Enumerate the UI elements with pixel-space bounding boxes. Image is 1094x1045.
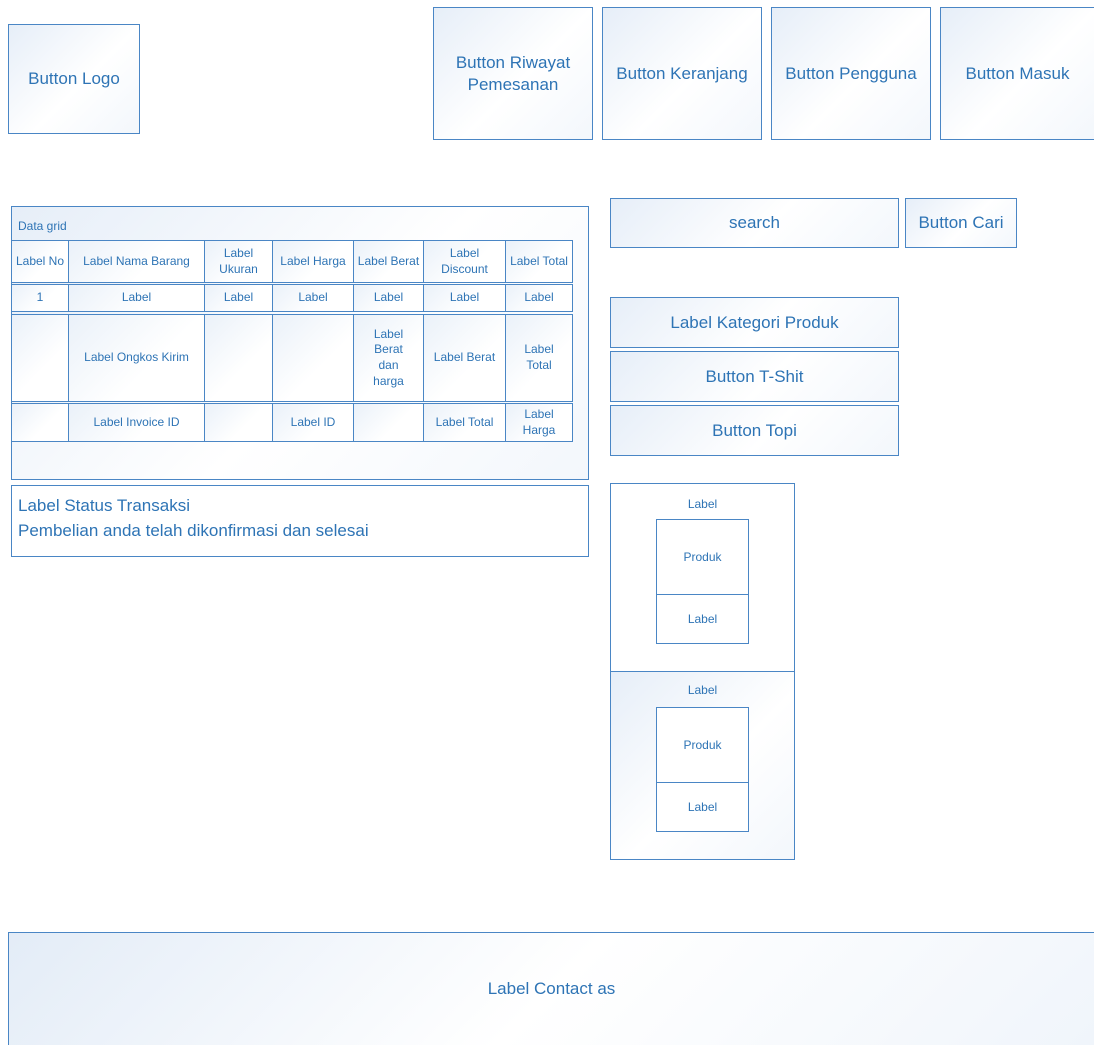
- weight-label: Label Berat: [423, 314, 506, 402]
- table-cell-berat: Label: [353, 284, 424, 312]
- table-cell-empty: [353, 403, 424, 442]
- product-caption: Label: [656, 594, 749, 644]
- invoice-total-label: Label Total: [423, 403, 506, 442]
- col-header-total: Label Total: [505, 240, 573, 283]
- col-header-berat: Label Berat: [353, 240, 424, 283]
- product-card[interactable]: Label Produk Label: [610, 671, 795, 860]
- logo-button-label: Button Logo: [28, 69, 120, 89]
- table-cell-empty: [204, 314, 273, 402]
- weight-price-label: Label Berat dan harga: [353, 314, 424, 402]
- transaction-status-panel: Label Status Transaksi Pembelian anda te…: [11, 485, 589, 557]
- footer-contact-label: Label Contact as: [487, 979, 616, 998]
- table-cell-nama-barang: Label: [68, 284, 205, 312]
- tshirt-category-button[interactable]: Button T-Shit: [610, 351, 899, 402]
- col-header-discount: Label Discount: [423, 240, 506, 283]
- search-button[interactable]: Button Cari: [905, 198, 1017, 248]
- table-cell-total: Label: [505, 284, 573, 312]
- product-image[interactable]: Produk: [656, 519, 749, 595]
- footer-contact: Label Contact as: [8, 932, 1094, 1045]
- table-cell-empty: [204, 403, 273, 442]
- search-placeholder: search: [728, 213, 781, 233]
- table-cell-discount: Label: [423, 284, 506, 312]
- product-image-label: Produk: [683, 549, 722, 564]
- table-cell-empty: [11, 403, 69, 442]
- table-cell-no: 1: [11, 284, 69, 312]
- cart-button[interactable]: Button Keranjang: [602, 7, 762, 140]
- order-history-button[interactable]: Button Riwayat Pemesanan: [433, 7, 593, 140]
- table-cell-empty: [272, 314, 354, 402]
- table-cell-empty: [11, 314, 69, 402]
- transaction-status-label: Label Status Transaksi: [18, 496, 190, 515]
- user-button-label: Button Pengguna: [785, 63, 917, 83]
- total-label: Label Total: [505, 314, 573, 402]
- category-title: Label Kategori Produk: [610, 297, 899, 348]
- hat-category-button[interactable]: Button Topi: [610, 405, 899, 456]
- login-button-label: Button Masuk: [965, 63, 1070, 83]
- category-title-label: Label Kategori Produk: [670, 312, 839, 332]
- product-caption: Label: [656, 782, 749, 832]
- product-caption-label: Label: [687, 611, 718, 626]
- data-grid-title: Data grid: [18, 219, 67, 233]
- product-card-label: Label: [687, 497, 718, 511]
- col-header-ukuran: Label Ukuran: [204, 240, 273, 283]
- logo-button[interactable]: Button Logo: [8, 24, 140, 134]
- col-header-nama-barang: Label Nama Barang: [68, 240, 205, 283]
- transaction-status-message: Pembelian anda telah dikonfirmasi dan se…: [18, 520, 369, 540]
- search-input[interactable]: search: [610, 198, 899, 248]
- invoice-price-label: Label Harga: [505, 403, 573, 442]
- product-image-label: Produk: [683, 737, 722, 752]
- product-caption-label: Label: [687, 799, 718, 814]
- table-cell-ukuran: Label: [204, 284, 273, 312]
- table-cell-harga: Label: [272, 284, 354, 312]
- product-image[interactable]: Produk: [656, 707, 749, 783]
- login-button[interactable]: Button Masuk: [940, 7, 1094, 140]
- product-card[interactable]: Label Produk Label: [610, 483, 795, 672]
- tshirt-category-button-label: Button T-Shit: [705, 366, 804, 386]
- order-history-button-label: Button Riwayat Pemesanan: [455, 53, 571, 94]
- user-button[interactable]: Button Pengguna: [771, 7, 931, 140]
- col-header-harga: Label Harga: [272, 240, 354, 283]
- search-button-label: Button Cari: [918, 213, 1004, 233]
- product-card-label: Label: [687, 683, 718, 697]
- shipping-cost-label: Label Ongkos Kirim: [68, 314, 205, 402]
- hat-category-button-label: Button Topi: [712, 420, 797, 440]
- col-header-no: Label No: [11, 240, 69, 283]
- id-label: Label ID: [272, 403, 354, 442]
- cart-button-label: Button Keranjang: [616, 63, 748, 83]
- invoice-id-label: Label Invoice ID: [68, 403, 205, 442]
